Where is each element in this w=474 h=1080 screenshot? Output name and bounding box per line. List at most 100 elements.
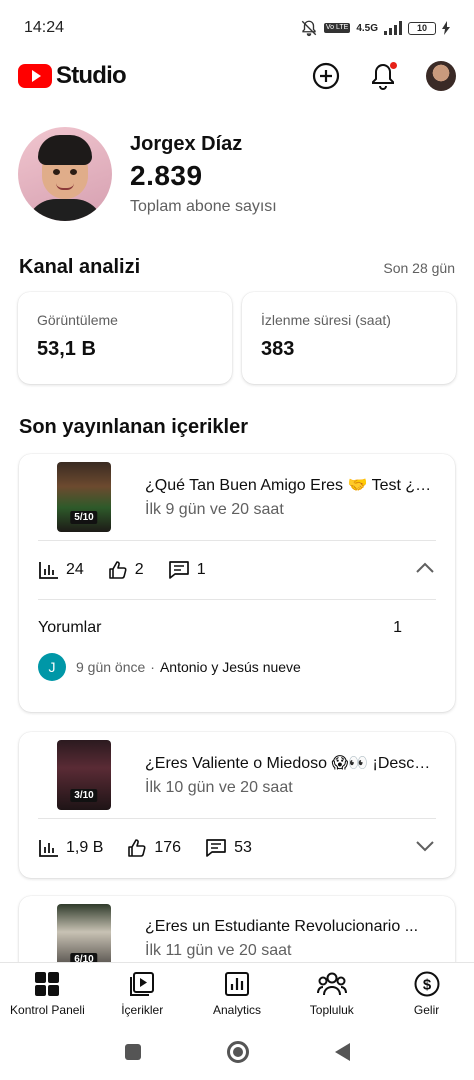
divider — [38, 599, 436, 600]
like-icon — [128, 839, 146, 857]
comment-time: 9 gün önce — [76, 659, 146, 675]
commenter-avatar: J — [38, 653, 66, 681]
signal-icon — [384, 21, 402, 35]
nav-label: Topluluk — [309, 1002, 354, 1017]
metric-card-views[interactable]: Görüntüleme 53,1 B — [18, 292, 232, 384]
metric-label: Görüntüleme — [37, 312, 118, 328]
svg-text:$: $ — [422, 976, 431, 993]
comments-label: Yorumlar — [38, 619, 102, 636]
volte-indicator: Vo LTE — [323, 23, 351, 33]
account-avatar[interactable] — [426, 61, 456, 91]
dashboard-icon — [35, 971, 60, 996]
channel-summary: Jorgex Díaz 2.839 Toplam abone sayısı — [18, 126, 458, 222]
video-row[interactable]: 3/10 ¿Eres Valiente o Miedoso 😱👀 ¡Descúb… — [19, 732, 455, 812]
notification-dot — [389, 61, 398, 70]
latest-comment[interactable]: J 9 gün önce · Antonio y Jesús nueve — [19, 650, 455, 684]
video-card: 3/10 ¿Eres Valiente o Miedoso 😱👀 ¡Descúb… — [19, 732, 455, 878]
likes-stat: 2 — [108, 560, 144, 580]
bottom-nav: Kontrol Paneli İçerikler Analytics Toplu… — [0, 962, 474, 1024]
home-button[interactable] — [226, 1041, 249, 1063]
metric-value: 383 — [261, 338, 295, 360]
likes-stat: 176 — [127, 838, 181, 858]
earn-icon: $ — [414, 971, 440, 996]
expand-button[interactable] — [415, 839, 435, 857]
chevron-down-icon — [416, 841, 434, 852]
bar-chart-icon — [39, 840, 58, 857]
app-header: Studio — [0, 56, 474, 96]
metric-value: 53,1 B — [37, 338, 96, 360]
bar-chart-icon — [39, 562, 58, 579]
nav-item-content[interactable]: İçerikler — [95, 963, 190, 1024]
analytics-icon — [224, 971, 249, 996]
comment-separator: · — [150, 659, 155, 675]
metric-card-watch-time[interactable]: İzlenme süresi (saat) 383 — [242, 292, 456, 384]
video-title: ¿Eres un Estudiante Revolucionario ... — [145, 918, 419, 935]
content-icon — [130, 971, 155, 996]
thumbnail-badge: 5/10 — [70, 511, 98, 524]
video-text: ¿Qué Tan Buen Amigo Eres 🤝 Test ¿Es Tu A… — [145, 475, 437, 519]
nav-item-community[interactable]: Topluluk — [284, 963, 379, 1024]
comments-total: 1 — [393, 619, 402, 636]
video-text: ¿Eres un Estudiante Revolucionario ... İ… — [145, 918, 437, 960]
likes-count: 2 — [134, 561, 144, 578]
community-icon — [316, 972, 347, 995]
youtube-play-icon — [18, 64, 52, 88]
battery-level: 10 — [416, 23, 427, 33]
status-bar: 14:24 Vo LTE 4.5G 10 — [0, 0, 474, 56]
recents-button[interactable] — [124, 1044, 141, 1060]
notifications-button[interactable] — [370, 61, 398, 90]
channel-avatar — [18, 127, 112, 221]
youtube-studio-logo: Studio — [18, 62, 127, 90]
analytics-metrics: Görüntüleme 53,1 B İzlenme süresi (saat)… — [18, 292, 456, 384]
comments-count: 1 — [196, 561, 206, 578]
back-button[interactable] — [334, 1043, 350, 1061]
comments-stat: 53 — [205, 838, 252, 858]
recent-content-header: Son yayınlanan içerikler — [19, 416, 455, 439]
charging-icon — [442, 21, 450, 35]
video-text: ¿Eres Valiente o Miedoso 😱👀 ¡Descúbrelo!… — [145, 753, 437, 797]
comments-stat: 1 — [168, 560, 206, 580]
comment-text: Antonio y Jesús nueve — [159, 659, 301, 675]
channel-info: Jorgex Díaz 2.839 Toplam abone sayısı — [130, 133, 277, 216]
recent-content-title: Son yayınlanan içerikler — [19, 416, 248, 438]
chevron-up-icon — [416, 562, 434, 573]
views-stat: 24 — [39, 561, 84, 579]
video-stats: 24 2 1 — [19, 541, 455, 599]
video-card: 5/10 ¿Qué Tan Buen Amigo Eres 🤝 Test ¿Es… — [19, 454, 455, 712]
comment-icon — [168, 561, 189, 579]
like-icon — [108, 561, 127, 579]
video-row[interactable]: 5/10 ¿Qué Tan Buen Amigo Eres 🤝 Test ¿Es… — [19, 454, 455, 534]
header-actions — [312, 61, 456, 91]
nav-label: Analytics — [212, 1002, 261, 1017]
comment-icon — [206, 839, 226, 857]
battery-icon: 10 — [408, 21, 436, 35]
thumbnail-badge: 3/10 — [70, 789, 98, 802]
nav-item-dashboard[interactable]: Kontrol Paneli — [0, 963, 95, 1024]
create-button[interactable] — [312, 62, 340, 90]
system-nav — [0, 1024, 474, 1080]
collapse-button[interactable] — [415, 561, 435, 579]
metric-label: İzlenme süresi (saat) — [261, 312, 391, 328]
subscriber-label: Toplam abone sayısı — [130, 197, 277, 215]
comments-count: 53 — [234, 839, 252, 856]
analytics-header: Kanal analizi Son 28 gün — [19, 256, 455, 279]
video-age: İlk 9 gün ve 20 saat — [145, 501, 284, 518]
comments-header[interactable]: Yorumlar 1 — [19, 606, 455, 650]
mute-icon — [301, 20, 317, 37]
video-thumbnail: 5/10 — [57, 462, 111, 532]
video-age: İlk 10 gün ve 20 saat — [145, 779, 293, 796]
create-icon — [312, 62, 340, 90]
nav-item-analytics[interactable]: Analytics — [190, 963, 285, 1024]
status-time: 14:24 — [24, 19, 65, 36]
nav-item-earn[interactable]: $ Gelir — [379, 963, 474, 1024]
video-stats: 1,9 B 176 53 — [19, 819, 455, 877]
channel-name: Jorgex Díaz — [130, 132, 243, 155]
views-count: 1,9 B — [66, 839, 104, 856]
likes-count: 176 — [154, 839, 182, 856]
analytics-title: Kanal analizi — [19, 256, 141, 278]
subscriber-count: 2.839 — [130, 159, 203, 191]
nav-label: İçerikler — [121, 1002, 164, 1017]
video-title: ¿Qué Tan Buen Amigo Eres 🤝 Test ¿Es Tu A… — [145, 477, 437, 494]
views-stat: 1,9 B — [39, 839, 103, 857]
analytics-period: Son 28 gün — [383, 260, 455, 276]
